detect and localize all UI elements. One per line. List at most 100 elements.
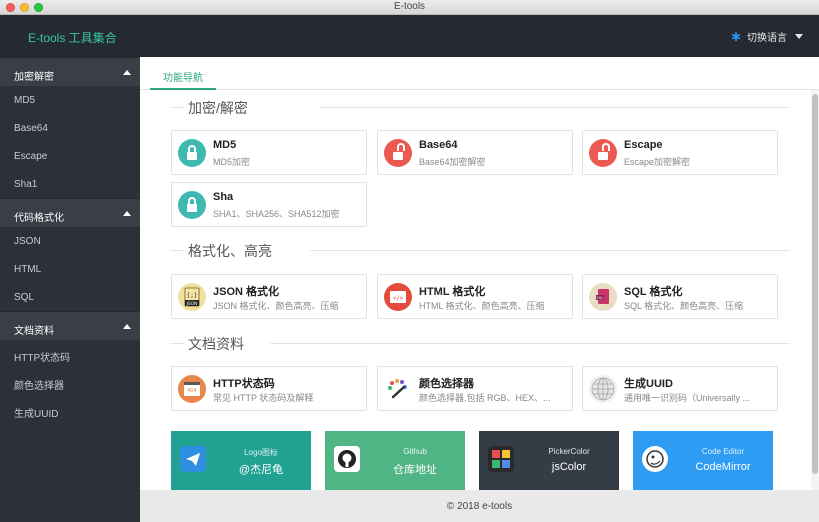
- sql-file-icon: SQL: [589, 283, 617, 311]
- main-panel: 功能导航 加密/解密 MD5 MD5加密 Base64 Base64加密解密 E…: [140, 57, 819, 522]
- card-title: HTTP状态码: [213, 378, 275, 390]
- app-header: E-tools 工具集合 ✱ 切换语言: [0, 15, 819, 57]
- card-description: 常见 HTTP 状态码及解释: [213, 393, 314, 403]
- sidebar-item-color-picker[interactable]: 颜色选择器: [0, 368, 140, 396]
- section-format: 格式化、高亮: [170, 241, 790, 261]
- card-title: 生成UUID: [624, 378, 673, 390]
- tool-card-uuid[interactable]: 生成UUID 通用唯一识别码（Universally ...: [582, 366, 778, 411]
- sidebar: 加密解密 MD5 Base64 Escape Sha1 代码格式化 JSON H…: [0, 57, 140, 522]
- sidebar-group-format[interactable]: 代码格式化: [0, 198, 140, 227]
- chevron-up-icon: [123, 324, 131, 329]
- divider: [170, 250, 184, 251]
- sidebar-item-md5[interactable]: MD5: [0, 86, 140, 114]
- telegram-icon: [180, 446, 206, 472]
- link-card-caption: Code Editor: [701, 447, 745, 456]
- json-file-icon: {;} JSON: [178, 283, 206, 311]
- sidebar-item-uuid[interactable]: 生成UUID: [0, 396, 140, 424]
- uuid-sphere-icon: [589, 375, 617, 403]
- codemirror-icon: [642, 446, 668, 472]
- tab-function-nav[interactable]: 功能导航: [150, 57, 216, 90]
- svg-text:SQL: SQL: [597, 296, 604, 300]
- footer: © 2018 e-tools: [140, 490, 819, 522]
- section-title: 格式化、高亮: [188, 241, 282, 261]
- link-card-title: @杰尼龟: [238, 464, 284, 476]
- section-crypto: 加密/解密: [170, 98, 790, 118]
- sidebar-item-json[interactable]: JSON: [0, 227, 140, 255]
- svg-text:404: 404: [187, 388, 197, 394]
- sidebar-group-docs[interactable]: 文档资料: [0, 311, 140, 340]
- card-description: Escape加密解密: [624, 157, 691, 167]
- scrollbar-thumb[interactable]: [812, 94, 818, 474]
- section-title: 加密/解密: [188, 98, 258, 118]
- section-title: 文档资料: [188, 334, 254, 354]
- tool-card-color-picker[interactable]: 颜色选择器 颜色选择器,包括 RGB、HEX、...: [377, 366, 573, 411]
- link-card-title: CodeMirror: [695, 461, 751, 473]
- lock-icon: [178, 191, 206, 219]
- github-icon: [334, 446, 360, 472]
- window-titlebar: E-tools: [0, 0, 819, 15]
- sidebar-group-label: 文档资料: [14, 326, 54, 337]
- http-404-icon: 404: [178, 375, 206, 403]
- card-description: 通用唯一识别码（Universally ...: [624, 393, 751, 403]
- section-docs: 文档资料: [170, 334, 790, 354]
- card-description: Base64加密解密: [419, 157, 486, 167]
- divider: [170, 107, 184, 108]
- unlock-icon: [589, 139, 617, 167]
- link-card-caption: PickerColor: [548, 447, 590, 456]
- window-title: E-tools: [393, 1, 426, 12]
- divider: [310, 250, 790, 251]
- link-card-logo[interactable]: Logo图标 @杰尼龟: [171, 431, 311, 490]
- chevron-up-icon: [123, 70, 131, 75]
- link-card-jscolor[interactable]: PickerColor jsColor: [479, 431, 619, 490]
- divider: [320, 107, 790, 108]
- chevron-down-icon: [795, 34, 803, 39]
- sidebar-item-sha1[interactable]: Sha1: [0, 170, 140, 198]
- vertical-scrollbar[interactable]: [811, 90, 819, 490]
- tool-card-json[interactable]: {;} JSON JSON 格式化 JSON 格式化、颜色高亮、压缩: [171, 274, 367, 319]
- tool-card-md5[interactable]: MD5 MD5加密: [171, 130, 367, 175]
- link-card-title: 仓库地址: [393, 464, 437, 476]
- sidebar-group-crypto[interactable]: 加密解密: [0, 57, 140, 86]
- sidebar-item-sql[interactable]: SQL: [0, 283, 140, 311]
- tool-card-http-status[interactable]: 404 HTTP状态码 常见 HTTP 状态码及解释: [171, 366, 367, 411]
- card-title: JSON 格式化: [213, 286, 280, 298]
- sidebar-item-http-status[interactable]: HTTP状态码: [0, 340, 140, 368]
- divider: [270, 343, 790, 344]
- link-card-github[interactable]: Github 仓库地址: [325, 431, 465, 490]
- tool-card-html[interactable]: </> HTML 格式化 HTML 格式化、颜色高亮、压缩: [377, 274, 573, 319]
- link-card-caption: Github: [403, 447, 427, 456]
- tool-card-escape[interactable]: Escape Escape加密解密: [582, 130, 778, 175]
- card-title: HTML 格式化: [419, 286, 486, 298]
- link-card-caption: Logo图标: [244, 448, 278, 457]
- card-description: JSON 格式化、颜色高亮、压缩: [213, 301, 339, 311]
- gear-icon: ✱: [730, 29, 741, 44]
- card-description: HTML 格式化、颜色高亮、压缩: [419, 301, 545, 311]
- sidebar-item-base64[interactable]: Base64: [0, 114, 140, 142]
- card-description: SHA1、SHA256、SHA512加密: [213, 209, 340, 219]
- unlock-icon: [384, 139, 412, 167]
- svg-text:</>: </>: [393, 295, 404, 302]
- card-title: Escape: [624, 139, 663, 151]
- lock-icon: [178, 139, 206, 167]
- card-title: Base64: [419, 139, 458, 151]
- color-grid-icon: [488, 446, 514, 472]
- card-title: Sha: [213, 191, 234, 203]
- language-switcher[interactable]: ✱ 切换语言: [731, 29, 803, 44]
- sidebar-item-html[interactable]: HTML: [0, 255, 140, 283]
- link-card-title: jsColor: [551, 461, 587, 473]
- tool-card-sha[interactable]: Sha SHA1、SHA256、SHA512加密: [171, 182, 367, 227]
- link-card-codemirror[interactable]: Code Editor CodeMirror: [633, 431, 773, 490]
- html-code-icon: </>: [384, 283, 412, 311]
- card-title: SQL 格式化: [624, 286, 683, 298]
- tool-card-base64[interactable]: Base64 Base64加密解密: [377, 130, 573, 175]
- svg-text:JSON: JSON: [185, 301, 197, 307]
- card-description: 颜色选择器,包括 RGB、HEX、...: [419, 393, 551, 403]
- sidebar-item-escape[interactable]: Escape: [0, 142, 140, 170]
- sidebar-group-label: 代码格式化: [14, 213, 64, 224]
- brand-title[interactable]: E-tools 工具集合: [28, 29, 117, 46]
- divider: [170, 343, 184, 344]
- tab-bar: 功能导航: [140, 57, 819, 90]
- card-title: 颜色选择器: [419, 378, 474, 390]
- tool-card-sql[interactable]: SQL SQL 格式化 SQL 格式化、颜色高亮、压缩: [582, 274, 778, 319]
- card-description: SQL 格式化、颜色高亮、压缩: [624, 301, 744, 311]
